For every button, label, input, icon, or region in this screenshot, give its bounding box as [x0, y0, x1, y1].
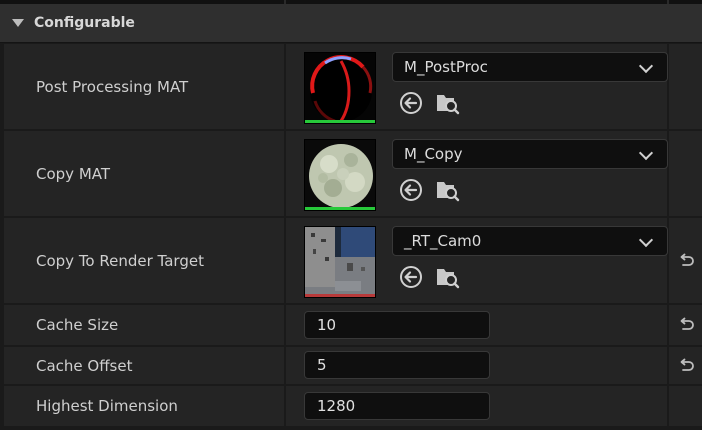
cache-size-input[interactable]: 10	[304, 311, 490, 339]
input-value: 5	[317, 356, 327, 374]
property-name-cell: Copy MAT	[4, 131, 284, 216]
asset-status-bar	[305, 294, 375, 297]
arrow-left-circle-icon[interactable]	[398, 264, 424, 290]
asset-picker-dropdown[interactable]: _RT_Cam0	[392, 226, 668, 256]
reset-cell	[669, 218, 702, 303]
chevron-down-icon	[638, 58, 654, 74]
property-name-cell: Post Processing MAT	[4, 44, 284, 129]
property-value-cell: 5	[286, 347, 667, 384]
material-thumbnail[interactable]	[304, 52, 376, 124]
asset-picker-dropdown[interactable]: M_Copy	[392, 139, 668, 169]
property-value-cell: _RT_Cam0	[286, 218, 668, 303]
property-name-cell: Copy To Render Target	[4, 218, 284, 303]
property-label: Highest Dimension	[36, 397, 178, 415]
reset-arrow-icon[interactable]	[677, 316, 695, 334]
folder-search-icon[interactable]	[434, 264, 460, 290]
highest-dimension-input[interactable]: 1280	[304, 392, 490, 420]
property-value-cell: 10	[286, 305, 667, 345]
asset-status-bar	[305, 120, 375, 123]
property-label: Post Processing MAT	[36, 77, 189, 96]
property-label: Cache Size	[36, 316, 119, 334]
property-label: Copy MAT	[36, 164, 111, 183]
reset-cell	[669, 386, 702, 426]
property-name-cell: Cache Size	[4, 305, 284, 345]
section-title: Configurable	[34, 15, 135, 31]
asset-picker-dropdown[interactable]: M_PostProc	[392, 52, 668, 82]
triangle-down-icon[interactable]	[12, 19, 24, 27]
cache-offset-input[interactable]: 5	[304, 351, 490, 379]
asset-status-bar	[305, 207, 375, 210]
folder-search-icon[interactable]	[434, 90, 460, 116]
chevron-down-icon	[638, 232, 654, 248]
property-value-cell: 1280	[286, 386, 667, 426]
property-row-highest-dimension: Highest Dimension 1280	[4, 386, 702, 426]
reset-cell	[669, 347, 702, 384]
property-name-cell: Highest Dimension	[4, 386, 284, 426]
property-value-cell: M_Copy	[286, 131, 668, 216]
property-label: Copy To Render Target	[36, 251, 204, 270]
chevron-down-icon	[638, 145, 654, 161]
property-label: Cache Offset	[36, 356, 133, 375]
property-row-copy-to-render-target: Copy To Render Target _RT_Cam0	[4, 218, 702, 303]
property-name-cell: Cache Offset	[4, 347, 284, 384]
arrow-left-circle-icon[interactable]	[398, 177, 424, 203]
asset-name: _RT_Cam0	[404, 232, 482, 250]
material-thumbnail[interactable]	[304, 139, 376, 211]
property-row-copy-mat: Copy MAT M_Copy	[4, 131, 702, 216]
asset-name: M_Copy	[404, 145, 463, 163]
reset-cell	[669, 44, 702, 129]
asset-name: M_PostProc	[404, 58, 488, 76]
reset-cell	[669, 305, 702, 345]
property-value-cell: M_PostProc	[286, 44, 668, 129]
folder-search-icon[interactable]	[434, 177, 460, 203]
reset-arrow-icon[interactable]	[677, 357, 695, 375]
property-row-post-processing-mat: Post Processing MAT M_PostProc	[4, 44, 702, 129]
reset-arrow-icon[interactable]	[677, 252, 695, 270]
input-value: 1280	[317, 397, 356, 415]
render-target-thumbnail[interactable]	[304, 226, 376, 298]
property-row-cache-offset: Cache Offset 5	[4, 347, 702, 384]
reset-cell	[669, 131, 702, 216]
property-row-cache-size: Cache Size 10	[4, 305, 702, 345]
section-header-configurable[interactable]: Configurable	[0, 4, 702, 43]
arrow-left-circle-icon[interactable]	[398, 90, 424, 116]
input-value: 10	[317, 316, 337, 334]
